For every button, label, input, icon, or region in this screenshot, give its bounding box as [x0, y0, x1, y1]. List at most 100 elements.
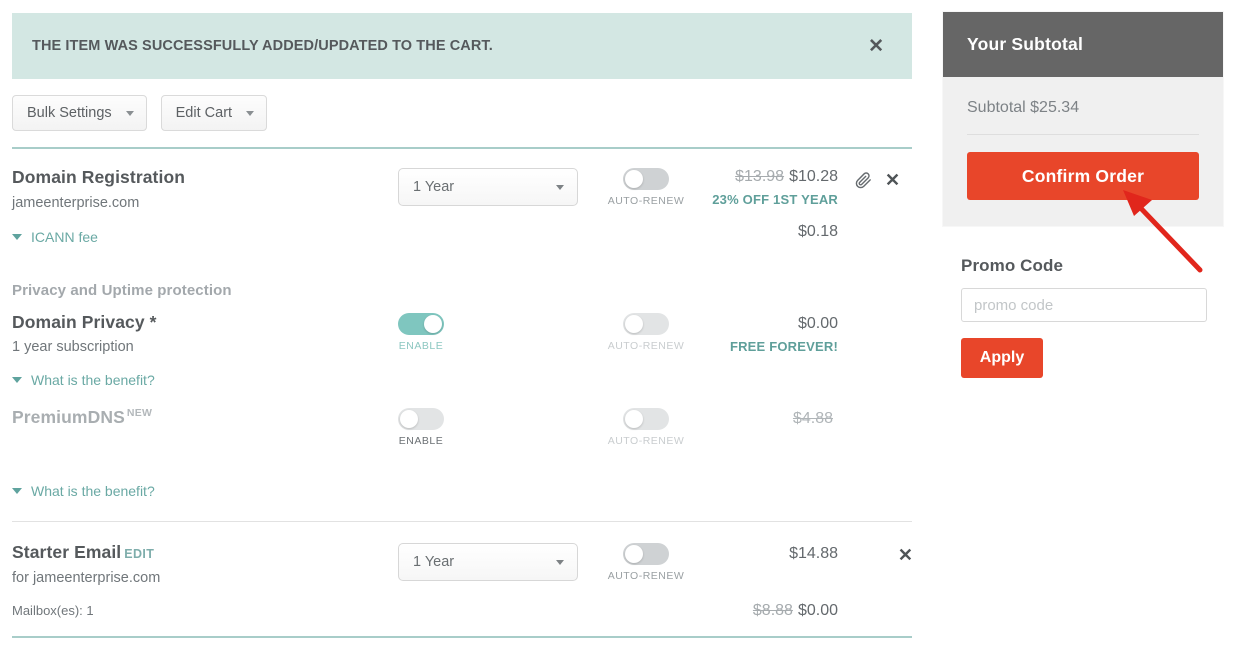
toggle-knob	[625, 410, 643, 428]
auto-renew-label: AUTO-RENEW	[607, 570, 685, 582]
premium-dns-autorenew: AUTO-RENEW	[596, 408, 696, 447]
bulk-settings-label: Bulk Settings	[27, 105, 112, 121]
premium-dns-price: $4.88	[690, 410, 838, 428]
premium-dns-enable-toggle[interactable]: ENABLE	[398, 408, 444, 447]
domain-term-value: 1 Year	[413, 179, 455, 195]
remove-domain-icon[interactable]: ✕	[885, 171, 900, 189]
icann-fee-amount: $0.18	[797, 223, 838, 240]
domain-privacy-auto-renew-toggle[interactable]: AUTO-RENEW	[608, 313, 685, 352]
starter-email-term: 1 Year	[398, 543, 580, 581]
domain-price-current: $10.28	[789, 168, 838, 185]
domain-privacy-title: Domain Privacy *	[12, 312, 157, 332]
domain-registration-term: 1 Year	[398, 168, 580, 206]
starter-email-price: $14.88	[789, 545, 838, 562]
cart-column: THE ITEM WAS SUCCESSFULLY ADDED/UPDATED …	[0, 0, 913, 656]
promo-code-input[interactable]	[961, 288, 1207, 322]
sidebar-column: Your Subtotal Subtotal $25.34 Confirm Or…	[943, 12, 1223, 378]
premium-dns-new-badge: NEW	[126, 407, 153, 420]
protection-group-label: Privacy and Uptime protection	[12, 282, 232, 299]
icann-fee-disclosure[interactable]: ICANN fee	[12, 229, 98, 245]
auto-renew-label: AUTO-RENEW	[607, 195, 685, 207]
starter-email-auto-renew-toggle[interactable]: AUTO-RENEW	[608, 543, 685, 582]
toggle-knob	[424, 315, 442, 333]
chevron-down-icon	[12, 488, 22, 495]
domain-registration-domain: jameenterprise.com	[12, 195, 140, 212]
domain-privacy-autorenew: AUTO-RENEW	[596, 313, 696, 352]
icann-fee-label: ICANN fee	[31, 229, 98, 246]
chevron-down-icon	[556, 559, 564, 565]
starter-email-name: Starter Email	[12, 542, 122, 562]
domain-registration-actions: ✕	[855, 168, 913, 189]
chevron-down-icon	[246, 110, 255, 116]
premium-dns-price-struck: $4.88	[792, 410, 833, 427]
edit-cart-label: Edit Cart	[175, 105, 233, 121]
cart-page: THE ITEM WAS SUCCESSFULLY ADDED/UPDATED …	[0, 0, 1245, 656]
toggle-track	[398, 408, 444, 430]
domain-privacy-enable: ENABLE	[398, 313, 580, 352]
subtotal-header-title: Your Subtotal	[967, 34, 1084, 54]
confirm-order-button[interactable]: Confirm Order	[967, 152, 1199, 200]
promo-code-block: Promo Code Apply	[943, 256, 1223, 378]
starter-email-term-value: 1 Year	[413, 554, 455, 570]
promo-code-title: Promo Code	[961, 256, 1064, 275]
starter-email-autorenew: AUTO-RENEW	[596, 543, 696, 582]
domain-price-line: $13.98 $10.28	[690, 168, 838, 186]
starter-email-edit-link[interactable]: EDIT	[124, 547, 154, 561]
domain-privacy-benefit-disclosure[interactable]: What is the benefit?	[12, 372, 155, 388]
domain-privacy-enable-toggle[interactable]: ENABLE	[398, 313, 444, 352]
domain-privacy-benefit-label: What is the benefit?	[31, 372, 155, 389]
premium-dns-pricing: $4.88	[690, 408, 838, 428]
domain-privacy-info: Domain Privacy * 1 year subscription Wha…	[12, 312, 392, 388]
alert-close-icon[interactable]: ✕	[862, 33, 890, 60]
starter-email-info: Starter Email EDIT for jameenterprise.com…	[12, 542, 392, 618]
chevron-down-icon	[125, 110, 134, 116]
chevron-down-icon	[556, 184, 564, 190]
toggle-knob	[625, 315, 643, 333]
starter-email-title: Starter Email EDIT	[12, 542, 392, 562]
remove-starter-email-icon[interactable]: ✕	[898, 546, 913, 564]
toggle-track	[623, 543, 669, 565]
domain-registration-pricing: $13.98 $10.28 23% OFF 1ST YEAR $0.18	[690, 168, 838, 241]
alert-message: THE ITEM WAS SUCCESSFULLY ADDED/UPDATED …	[32, 38, 493, 54]
subtotal-amount: Subtotal $25.34	[967, 99, 1199, 135]
paperclip-icon[interactable]	[855, 171, 872, 189]
premium-dns-auto-renew-toggle[interactable]: AUTO-RENEW	[608, 408, 685, 447]
subtotal-header: Your Subtotal	[943, 12, 1223, 77]
starter-email-pricing: $14.88 $8.88 $0.00	[690, 543, 838, 620]
edit-cart-button[interactable]: Edit Cart	[160, 95, 268, 131]
mailbox-price-current: $0.00	[797, 602, 838, 619]
toggle-track	[623, 313, 669, 335]
premium-dns-info: PremiumDNS NEW What is the benefit?	[12, 407, 392, 499]
domain-privacy-subscription: 1 year subscription	[12, 339, 134, 356]
domain-registration-title: Domain Registration	[12, 167, 186, 187]
domain-registration-autorenew: AUTO-RENEW	[596, 168, 696, 207]
auto-renew-label: AUTO-RENEW	[607, 340, 685, 352]
premium-dns-name: PremiumDNS	[12, 407, 125, 427]
premium-dns-benefit-label: What is the benefit?	[31, 483, 155, 500]
cart-toolbar: Bulk Settings Edit Cart	[12, 95, 268, 131]
bulk-settings-button[interactable]: Bulk Settings	[12, 95, 147, 131]
auto-renew-label: AUTO-RENEW	[607, 435, 685, 447]
chevron-down-icon	[12, 234, 22, 241]
subtotal-body: Subtotal $25.34 Confirm Order	[943, 77, 1223, 226]
divider-bottom	[12, 636, 912, 638]
domain-promo-note: 23% OFF 1ST YEAR	[712, 192, 838, 207]
starter-email-actions: ✕	[855, 543, 913, 564]
apply-promo-button[interactable]: Apply	[961, 338, 1043, 378]
toggle-track	[623, 408, 669, 430]
enable-label: ENABLE	[398, 340, 444, 352]
domain-auto-renew-toggle[interactable]: AUTO-RENEW	[608, 168, 685, 207]
enable-label: ENABLE	[398, 435, 444, 447]
starter-email-term-select[interactable]: 1 Year	[398, 543, 578, 581]
toggle-track	[398, 313, 444, 335]
domain-privacy-price: $0.00	[797, 315, 838, 332]
subtotal-card: Your Subtotal Subtotal $25.34 Confirm Or…	[943, 12, 1223, 226]
toggle-knob	[625, 545, 643, 563]
divider-before-email	[12, 521, 912, 522]
domain-term-select[interactable]: 1 Year	[398, 168, 578, 206]
domain-price-original: $13.98	[735, 168, 785, 185]
toggle-track	[623, 168, 669, 190]
chevron-down-icon	[12, 377, 22, 384]
premium-dns-title: PremiumDNS NEW	[12, 407, 392, 427]
premium-dns-benefit-disclosure[interactable]: What is the benefit?	[12, 483, 155, 499]
